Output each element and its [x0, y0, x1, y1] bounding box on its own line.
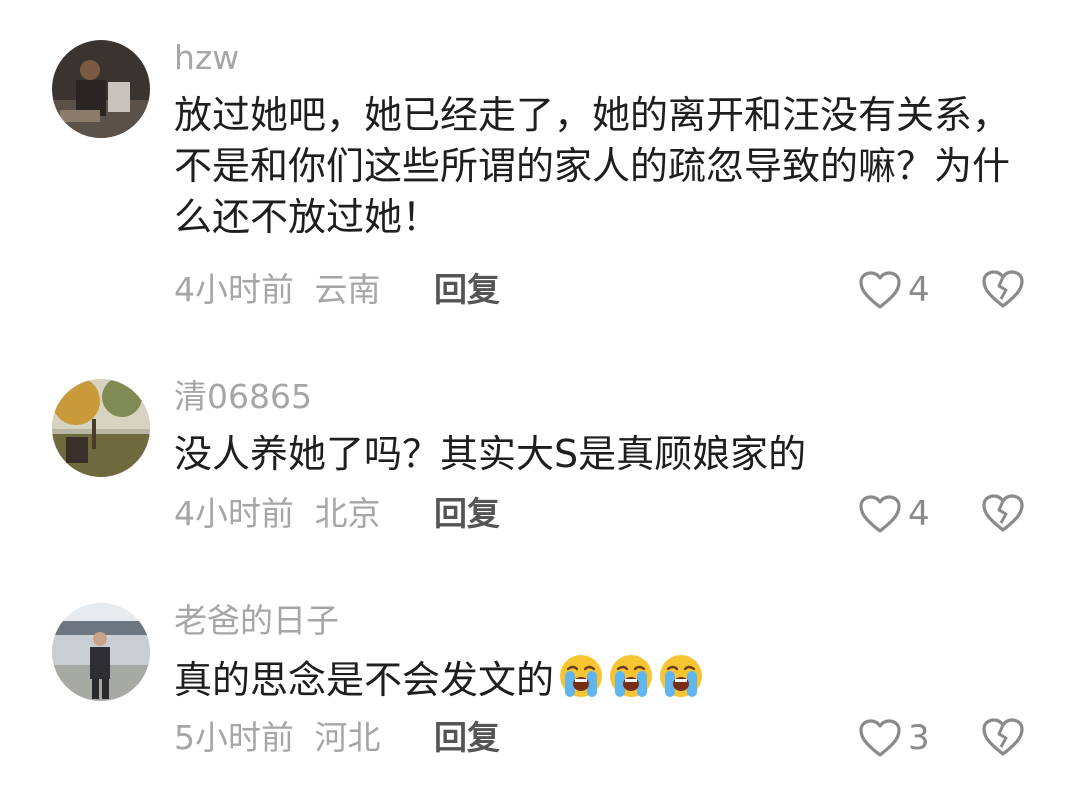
like-count: 4 — [908, 270, 930, 310]
comment-location: 河北 — [314, 718, 381, 757]
avatar[interactable] — [52, 40, 150, 138]
bottom-fade — [840, 766, 1080, 801]
dislike-button[interactable] — [980, 268, 1026, 314]
like-button[interactable]: 4 — [858, 492, 930, 536]
like-button[interactable]: 3 — [858, 716, 930, 760]
comment-time: 5小时前 — [174, 718, 294, 757]
comment-meta: 4小时前 北京 — [174, 494, 381, 534]
loudly-crying-face-emoji — [660, 655, 703, 697]
comment-meta: 4小时前 云南 — [174, 270, 381, 310]
like-button[interactable]: 4 — [858, 268, 930, 312]
broken-heart-icon — [982, 270, 1024, 308]
avatar[interactable] — [52, 603, 150, 701]
comment-text: 没人养她了吗？其实大S是真顾娘家的 — [174, 432, 807, 476]
username[interactable]: hzw — [174, 38, 239, 78]
loudly-crying-face-emoji — [610, 655, 653, 697]
dislike-button[interactable] — [980, 716, 1026, 762]
comment-location: 云南 — [314, 270, 381, 309]
comment-meta: 5小时前 河北 — [174, 718, 381, 758]
emoji-group — [554, 655, 704, 702]
like-count: 4 — [908, 494, 930, 534]
comment-location: 北京 — [314, 494, 381, 533]
loudly-crying-face-emoji — [560, 655, 603, 697]
username[interactable]: 老爸的日子 — [174, 601, 339, 641]
comment-text: 放过她吧，她已经走了，她的离开和汪没有关系，不是和你们这些所谓的家人的疏忽导致的… — [174, 93, 1011, 239]
comment-text: 真的思念是不会发文的 — [174, 653, 1034, 706]
heart-icon — [859, 495, 901, 533]
comment-time: 4小时前 — [174, 494, 294, 533]
heart-icon — [859, 271, 901, 309]
reply-button[interactable]: 回复 — [434, 718, 500, 758]
comment-text-content: 真的思念是不会发文的 — [174, 658, 555, 702]
reply-button[interactable]: 回复 — [434, 494, 500, 534]
comment-time: 4小时前 — [174, 270, 294, 309]
username[interactable]: 清06865 — [174, 377, 312, 417]
avatar[interactable] — [52, 379, 150, 477]
like-count: 3 — [908, 718, 930, 758]
broken-heart-icon — [982, 494, 1024, 532]
reply-button[interactable]: 回复 — [434, 270, 500, 310]
broken-heart-icon — [982, 718, 1024, 756]
dislike-button[interactable] — [980, 492, 1026, 538]
heart-icon — [859, 719, 901, 757]
